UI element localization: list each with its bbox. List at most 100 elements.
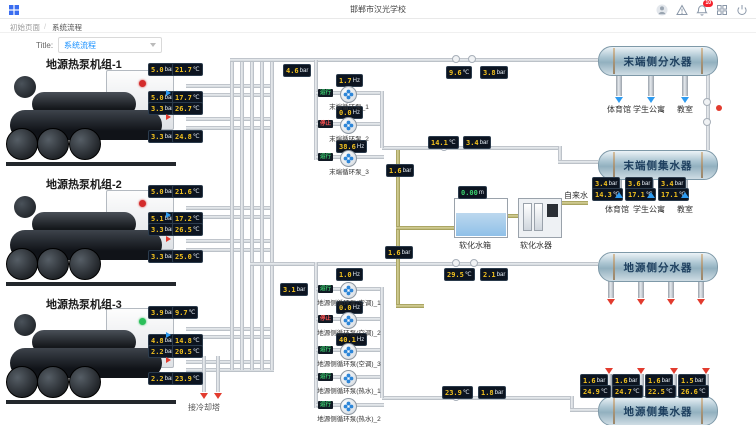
pump-icon[interactable] — [340, 150, 357, 167]
valve-icon[interactable] — [703, 118, 711, 126]
flow-arrow-icon — [697, 299, 705, 305]
valve-handle-icon[interactable] — [716, 105, 722, 111]
water-fill — [456, 213, 506, 236]
valve-icon[interactable] — [470, 259, 478, 267]
breadcrumb-separator: / — [44, 22, 46, 31]
flow-arrow-icon — [681, 192, 689, 198]
pump-icon[interactable] — [340, 117, 357, 134]
flow-arrow-icon — [667, 299, 675, 305]
flow-arrow-icon — [681, 97, 689, 103]
pump-label: 末端循环泵_1 — [329, 101, 369, 111]
status-light — [139, 200, 146, 207]
power-icon[interactable] — [736, 3, 748, 15]
pump-status-badge: 运行 — [318, 89, 333, 97]
notification-badge: 10 — [703, 0, 713, 7]
flow-arrow-icon — [647, 97, 655, 103]
branch-label: 教室 — [677, 104, 693, 115]
alarm-icon[interactable] — [676, 3, 688, 15]
branch-label: 体育馆 — [607, 104, 631, 115]
unit-1-name: 地源热泵机组-1 — [46, 56, 122, 72]
flow-arrow-icon — [670, 368, 678, 374]
apps-icon[interactable] — [716, 3, 728, 15]
flow-arrow-icon — [615, 97, 623, 103]
softened-water-tank-label: 软化水箱 — [459, 240, 491, 251]
diagram-select[interactable]: 系统流程 — [58, 37, 162, 53]
valve-icon[interactable] — [703, 98, 711, 106]
flow-arrow-icon — [702, 368, 710, 374]
temperature-display: 22.5℃ — [645, 385, 676, 398]
temperature-display: 24.8℃ — [172, 130, 203, 143]
flow-arrow-icon — [605, 368, 613, 374]
flow-arrow-icon — [615, 192, 623, 198]
branch-pipe — [638, 280, 644, 298]
ground-side-distributor-tank: 地源侧分水器 — [598, 252, 718, 282]
chevron-down-icon — [150, 43, 156, 47]
valve-icon[interactable] — [468, 55, 476, 63]
pipe — [216, 356, 220, 392]
pump-status-badge: 运行 — [318, 346, 333, 354]
branch-pipe — [648, 74, 654, 96]
softener-column — [523, 203, 532, 231]
branch-pipe — [608, 280, 614, 298]
flow-arrow-icon — [166, 332, 171, 338]
status-light — [139, 318, 146, 325]
pipe — [250, 60, 254, 370]
pressure-display: 1.6bar — [385, 246, 413, 259]
valve-icon[interactable] — [452, 55, 460, 63]
water-softener-label: 软化水器 — [520, 240, 552, 251]
flow-arrow-icon — [166, 114, 171, 120]
pump-status-badge: 运行 — [318, 153, 333, 161]
pump-label: 地源侧循环泵(空调)_2 — [317, 327, 381, 337]
app-header: 邯郸市汉光学校 10 — [0, 0, 756, 19]
flow-arrow-icon — [166, 212, 171, 218]
pump-status-badge: 停止 — [318, 120, 333, 128]
pressure-display: 4.6bar — [283, 64, 311, 77]
frequency-display: 1.7Hz — [336, 74, 363, 87]
breadcrumb: 初始页面 / 系统流程 — [0, 19, 756, 33]
flow-arrow-icon — [637, 368, 645, 374]
temperature-display: 9.7℃ — [172, 306, 198, 319]
ground-side-collector-tank: 地源侧集水器 — [598, 396, 718, 425]
pump-status-badge: 停止 — [318, 315, 333, 323]
softener-column — [534, 203, 543, 231]
tank-name: 末端侧分水器 — [624, 54, 693, 69]
valve-icon[interactable] — [452, 259, 460, 267]
pump-status-badge: 运行 — [318, 285, 333, 293]
pipe — [240, 60, 244, 370]
pipe — [314, 60, 318, 160]
pump-status-badge: 运行 — [318, 401, 333, 409]
pump-label: 末端循环泵_2 — [329, 133, 369, 143]
breadcrumb-home[interactable]: 初始页面 — [10, 22, 40, 33]
flow-arrow-icon — [214, 393, 222, 399]
branch-label: 教室 — [677, 204, 693, 215]
pressure-display: 1.8bar — [478, 386, 506, 399]
pump-status-badge: 运行 — [318, 373, 333, 381]
temperature-display: 21.7℃ — [172, 63, 203, 76]
branch-label: 体育馆 — [605, 204, 629, 215]
temperature-display: 21.6℃ — [172, 185, 203, 198]
tank-name: 地源侧集水器 — [624, 404, 693, 419]
cooling-tower-note: 接冷却塔 — [188, 402, 220, 413]
pipe — [570, 408, 598, 412]
pipe — [380, 91, 384, 148]
ground-return-pipe — [382, 396, 572, 400]
temperature-display: 26.6℃ — [678, 385, 709, 398]
pump-label: 末端循环泵_3 — [329, 166, 369, 176]
end-supply-pipe — [230, 58, 598, 62]
branch-label: 学生公寓 — [633, 104, 665, 115]
temperature-display: 20.5℃ — [172, 345, 203, 358]
ground-supply-pipe — [250, 262, 598, 266]
page-title: 邯郸市汉光学校 — [350, 4, 406, 15]
flow-arrow-icon — [166, 236, 171, 242]
avatar[interactable] — [656, 3, 668, 15]
pressure-display: 3.1bar — [280, 283, 308, 296]
branch-pipe — [668, 280, 674, 298]
temperature-display: 9.6℃ — [446, 66, 472, 79]
pump-label: 地源侧循环泵(热水)_1 — [317, 385, 381, 395]
branch-pipe — [616, 74, 622, 96]
title-filter-label: Title: — [36, 41, 53, 50]
pipe — [260, 60, 264, 370]
bell-icon[interactable]: 10 — [696, 3, 708, 15]
unit-3-name: 地源热泵机组-3 — [46, 296, 122, 312]
flow-arrow-icon — [637, 299, 645, 305]
